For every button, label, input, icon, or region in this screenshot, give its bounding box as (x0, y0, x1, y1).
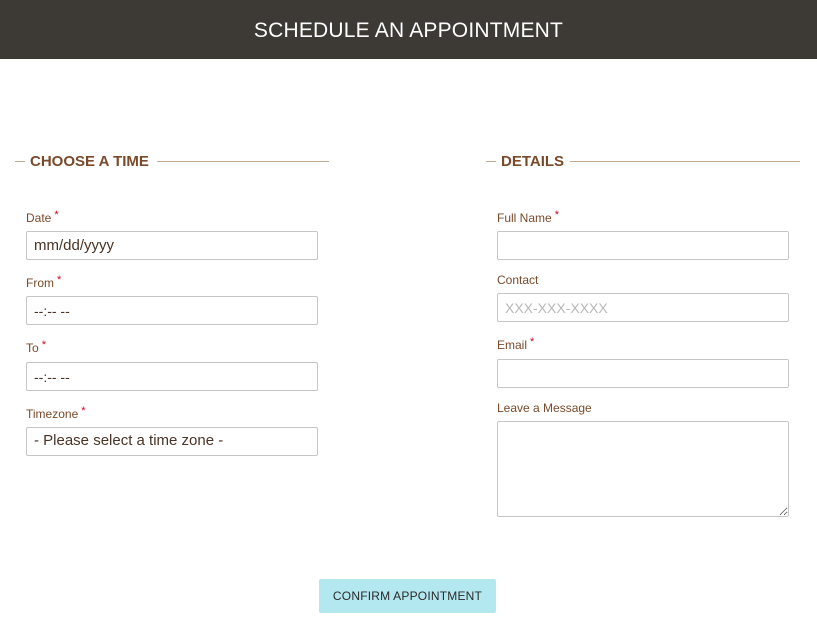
from-label-text: From (26, 276, 54, 290)
contact-input[interactable] (497, 293, 789, 322)
message-textarea[interactable] (497, 421, 789, 517)
to-label: To * (26, 339, 46, 356)
full-name-label: Full Name * (497, 209, 559, 226)
section-header-details: DETAILS (486, 151, 800, 173)
to-time-input[interactable] (26, 362, 318, 391)
page-header: SCHEDULE AN APPOINTMENT (0, 0, 817, 59)
timezone-select[interactable]: - Please select a time zone - (26, 427, 318, 456)
email-label-text: Email (497, 338, 528, 352)
timezone-label-text: Timezone (26, 407, 79, 421)
section-title: DETAILS (501, 153, 565, 170)
divider-line (570, 161, 800, 162)
required-asterisk: * (41, 339, 46, 351)
section-title: CHOOSE A TIME (30, 153, 149, 170)
page-title: SCHEDULE AN APPOINTMENT (253, 19, 564, 42)
date-label: Date * (26, 209, 59, 226)
contact-label: Contact (497, 273, 538, 287)
date-input[interactable] (26, 231, 318, 260)
divider-line (486, 161, 496, 162)
to-label-text: To (26, 341, 39, 355)
confirm-appointment-button[interactable]: CONFIRM APPOINTMENT (319, 579, 496, 613)
date-label-text: Date (26, 211, 52, 225)
full-name-label-text: Full Name (497, 211, 552, 225)
from-time-input[interactable] (26, 296, 318, 325)
divider-line (157, 161, 329, 162)
section-header-choose-time: CHOOSE A TIME (15, 151, 329, 173)
from-label: From * (26, 274, 62, 291)
required-asterisk: * (530, 336, 535, 348)
timezone-label: Timezone * (26, 405, 86, 422)
message-label-text: Leave a Message (497, 401, 592, 415)
message-label: Leave a Message (497, 401, 592, 415)
required-asterisk: * (554, 209, 559, 221)
required-asterisk: * (81, 405, 86, 417)
divider-line (15, 161, 25, 162)
timezone-selected-value: - Please select a time zone - (34, 432, 224, 449)
full-name-input[interactable] (497, 231, 789, 260)
contact-label-text: Contact (497, 273, 539, 287)
email-label: Email * (497, 336, 535, 353)
email-input[interactable] (497, 359, 789, 388)
required-asterisk: * (57, 274, 62, 286)
required-asterisk: * (54, 209, 59, 221)
